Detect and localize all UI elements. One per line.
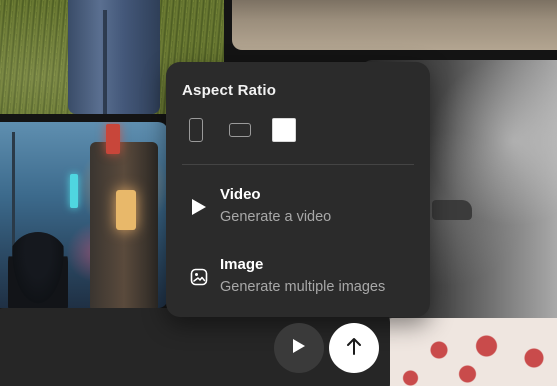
mode-option-description: Generate a video (220, 209, 332, 225)
jeans-figure (68, 0, 160, 114)
play-icon (190, 198, 208, 216)
image-icon (190, 268, 208, 286)
gallery-image-city-night[interactable] (0, 122, 168, 308)
generation-options-popover: Aspect Ratio Video Generate a video Imag… (166, 62, 430, 317)
aspect-ratio-landscape-option[interactable] (226, 116, 254, 144)
portrait-ratio-icon (189, 118, 203, 142)
aspect-ratio-title: Aspect Ratio (182, 82, 277, 99)
person-silhouette (8, 232, 68, 308)
aspect-ratio-options (182, 116, 298, 144)
gallery-image-sand[interactable] (232, 0, 557, 50)
gallery-stage: Aspect Ratio Video Generate a video Imag… (0, 0, 557, 386)
mode-option-image[interactable]: Image Generate multiple images (182, 256, 418, 306)
landscape-ratio-icon (229, 123, 251, 137)
mode-option-video[interactable]: Video Generate a video (182, 186, 418, 236)
gallery-image-cake[interactable] (382, 318, 557, 386)
arrow-up-icon (345, 336, 363, 361)
mode-option-label: Image (220, 256, 264, 273)
mode-option-label: Video (220, 186, 261, 203)
aspect-ratio-portrait-option[interactable] (182, 116, 210, 144)
popover-divider (182, 164, 414, 165)
mode-play-button[interactable] (274, 323, 324, 373)
submit-button[interactable] (329, 323, 379, 373)
play-icon (292, 338, 306, 359)
square-ratio-icon (272, 118, 296, 142)
aspect-ratio-square-option[interactable] (270, 116, 298, 144)
mode-option-description: Generate multiple images (220, 279, 386, 295)
